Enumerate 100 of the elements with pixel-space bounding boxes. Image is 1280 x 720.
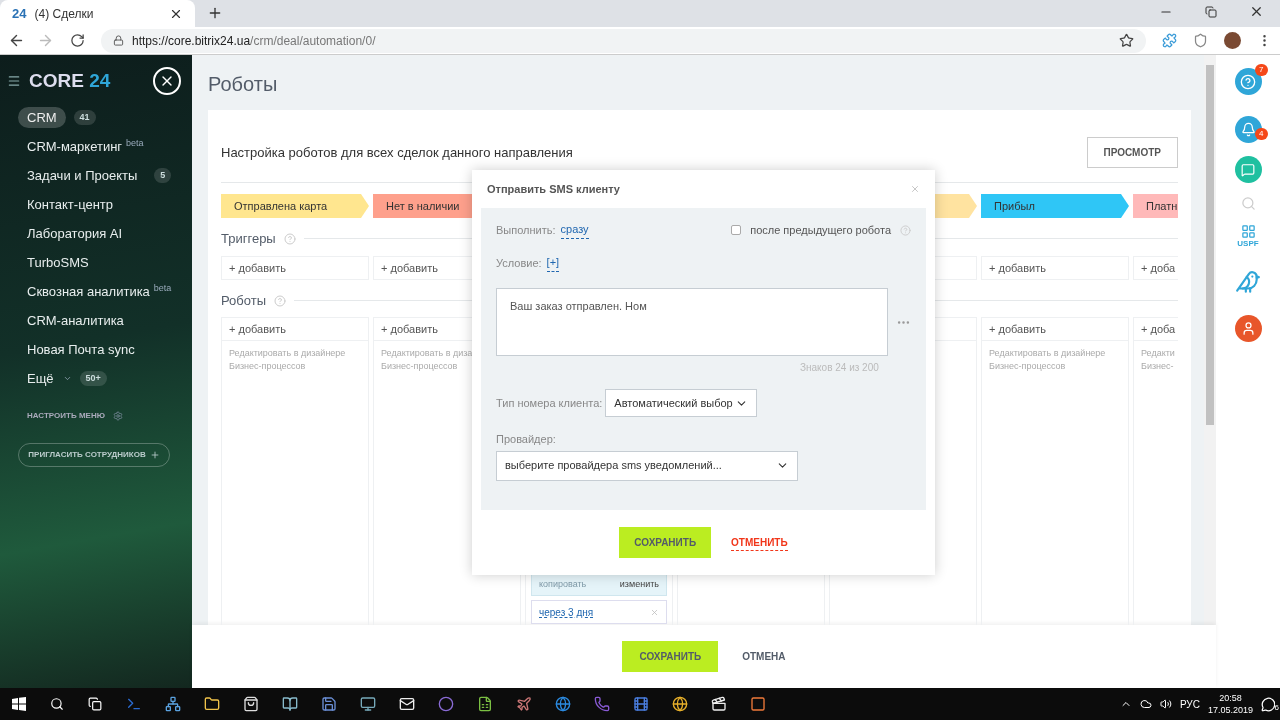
hint-text: Редактировать в диза bbox=[381, 347, 474, 360]
globe-icon[interactable] bbox=[554, 696, 571, 712]
delay-link[interactable]: через 3 дня bbox=[539, 604, 594, 620]
dialog-title: Отправить SMS клиенту bbox=[487, 181, 620, 197]
number-type-select[interactable]: Автоматический выбор bbox=[605, 389, 758, 417]
add-robot-link[interactable]: + добавить bbox=[229, 320, 286, 338]
volume-icon[interactable] bbox=[1159, 698, 1172, 710]
edit-link[interactable]: изменить bbox=[619, 578, 659, 592]
clock[interactable]: 20:58 17.05.2019 bbox=[1207, 692, 1253, 716]
square-icon[interactable] bbox=[749, 696, 766, 712]
extension-icon[interactable] bbox=[1162, 33, 1177, 48]
plane-icon[interactable] bbox=[515, 696, 532, 712]
close-window-icon[interactable] bbox=[1249, 4, 1264, 19]
hint-text: Бизнес-процессов bbox=[989, 360, 1067, 373]
bell-icon[interactable] bbox=[1240, 122, 1256, 137]
monitor-icon[interactable] bbox=[359, 696, 376, 712]
help-button[interactable] bbox=[1234, 68, 1262, 95]
stage-label: Прибыл bbox=[981, 194, 1129, 218]
reload-icon[interactable] bbox=[70, 33, 85, 48]
sidebar-item[interactable]: Ещё bbox=[18, 368, 63, 389]
field-label: Тип номера клиента: bbox=[496, 395, 603, 411]
add-trigger-link[interactable]: + доба bbox=[1141, 259, 1176, 277]
cancel-button[interactable]: ОТМЕНА bbox=[742, 649, 786, 664]
back-icon[interactable] bbox=[8, 32, 25, 49]
avatar[interactable] bbox=[1224, 32, 1241, 49]
hint-text: Редакти bbox=[1141, 347, 1176, 360]
help-icon bbox=[274, 294, 287, 307]
save-button[interactable]: СОХРАНИТЬ bbox=[619, 527, 712, 558]
menu-icon[interactable] bbox=[7, 74, 21, 89]
stage-label: Отправлена карта bbox=[221, 194, 369, 218]
field-label: Провайдер: bbox=[496, 432, 557, 447]
add-robot-link[interactable]: + доба bbox=[1141, 320, 1176, 338]
plus-icon[interactable] bbox=[149, 449, 160, 460]
phone-icon[interactable] bbox=[593, 696, 610, 712]
configure-menu-link[interactable]: НАСТРОИТЬ МЕНЮ bbox=[27, 409, 105, 422]
add-condition-link[interactable]: [+] bbox=[546, 254, 560, 272]
search-icon[interactable] bbox=[50, 697, 64, 711]
network-icon[interactable] bbox=[164, 696, 181, 712]
language-indicator[interactable]: РУС bbox=[1179, 696, 1200, 712]
question-icon[interactable] bbox=[1240, 73, 1256, 90]
book-icon[interactable] bbox=[281, 696, 298, 712]
windows-logo-icon[interactable] bbox=[12, 697, 26, 711]
stage-label: Платн bbox=[1133, 194, 1178, 218]
checkbox-label: после предыдущего робота bbox=[750, 222, 891, 238]
film-icon[interactable] bbox=[632, 696, 649, 712]
sidebar-item[interactable]: Контакт-центр bbox=[18, 194, 123, 215]
checkbox[interactable] bbox=[731, 225, 742, 235]
sidebar-item[interactable]: Задачи и Проекты bbox=[18, 165, 147, 186]
terminal-icon[interactable] bbox=[125, 696, 142, 712]
profile-button[interactable] bbox=[1234, 315, 1262, 342]
section-heading: Настройка роботов для всех сделок данного направления bbox=[221, 143, 573, 162]
count-badge: 5 bbox=[154, 167, 172, 184]
envelope-icon[interactable] bbox=[398, 696, 415, 712]
spreadsheet-icon[interactable] bbox=[476, 696, 493, 712]
hint-text: Бизнес-процессов bbox=[229, 360, 307, 373]
close-button[interactable] bbox=[153, 67, 181, 96]
bookmark-star-icon[interactable] bbox=[1119, 33, 1134, 48]
clapperboard-icon[interactable] bbox=[710, 696, 727, 712]
sidebar-item[interactable]: CRM-аналитика bbox=[18, 310, 133, 331]
add-robot-link[interactable]: + добавить bbox=[381, 320, 438, 338]
sidebar-item[interactable]: TurboSMS bbox=[18, 252, 98, 273]
browser-icon[interactable] bbox=[671, 696, 688, 712]
sidebar-item[interactable]: Новая Почта sync bbox=[18, 339, 144, 360]
folder-icon[interactable] bbox=[203, 696, 220, 712]
sidebar-item[interactable]: Сквозная аналитика $^{beta}$ bbox=[18, 281, 181, 302]
grid-icon[interactable] bbox=[1240, 224, 1256, 239]
add-trigger-link[interactable]: + добавить bbox=[989, 259, 1046, 277]
hint-text: Бизнес-процессов bbox=[381, 360, 459, 373]
browser-tab[interactable]: 24 (4) Сделки bbox=[0, 0, 195, 27]
help-icon bbox=[283, 232, 296, 245]
caret-icon[interactable] bbox=[62, 374, 72, 383]
sidebar-item[interactable]: Лаборатория AI bbox=[18, 223, 132, 244]
hint-text: Редактировать в дизайнере bbox=[989, 347, 1107, 360]
bird-icon[interactable] bbox=[1235, 269, 1261, 295]
logo-text: CORE 24 bbox=[29, 69, 111, 93]
sidebar-item[interactable]: CRM-маркетинг $^{beta}$ bbox=[18, 136, 153, 157]
add-trigger-link[interactable]: + добавить bbox=[381, 259, 438, 277]
address-bar[interactable]: https://core.bitrix24.ua/crm/deal/automation/0/ bbox=[101, 28, 1146, 53]
message-field[interactable]: Ваш заказ отправлен. Ном bbox=[496, 288, 888, 356]
shield-icon[interactable] bbox=[1193, 33, 1208, 48]
new-tab-icon[interactable] bbox=[207, 5, 223, 21]
save-button[interactable]: СОХРАНИТЬ bbox=[622, 641, 719, 672]
hint-text: Редактировать в дизайнере bbox=[229, 347, 347, 360]
add-trigger-link[interactable]: + добавить bbox=[229, 259, 286, 277]
provider-select[interactable]: выберите провайдера sms уведомлений... bbox=[496, 450, 798, 481]
tab-favicon: 24 bbox=[12, 4, 27, 23]
restore-icon[interactable] bbox=[1205, 5, 1217, 18]
shopping-bag-icon[interactable] bbox=[242, 696, 259, 712]
circle-icon[interactable] bbox=[437, 696, 454, 712]
sidebar-item[interactable]: CRM bbox=[18, 106, 66, 129]
execute-link[interactable]: сразу bbox=[560, 221, 589, 239]
count-badge: 41 bbox=[73, 109, 96, 126]
notifications-icon[interactable] bbox=[1261, 696, 1276, 712]
task-view-icon[interactable] bbox=[88, 697, 102, 711]
cancel-link[interactable]: ОТМЕНИТЬ bbox=[731, 534, 788, 551]
cloud-icon[interactable] bbox=[1139, 698, 1152, 710]
notifications-button[interactable] bbox=[1234, 116, 1262, 143]
user-icon[interactable] bbox=[1240, 321, 1256, 336]
preview-button[interactable]: ПРОСМОТР bbox=[1086, 137, 1178, 168]
add-robot-link[interactable]: + добавить bbox=[989, 320, 1046, 338]
